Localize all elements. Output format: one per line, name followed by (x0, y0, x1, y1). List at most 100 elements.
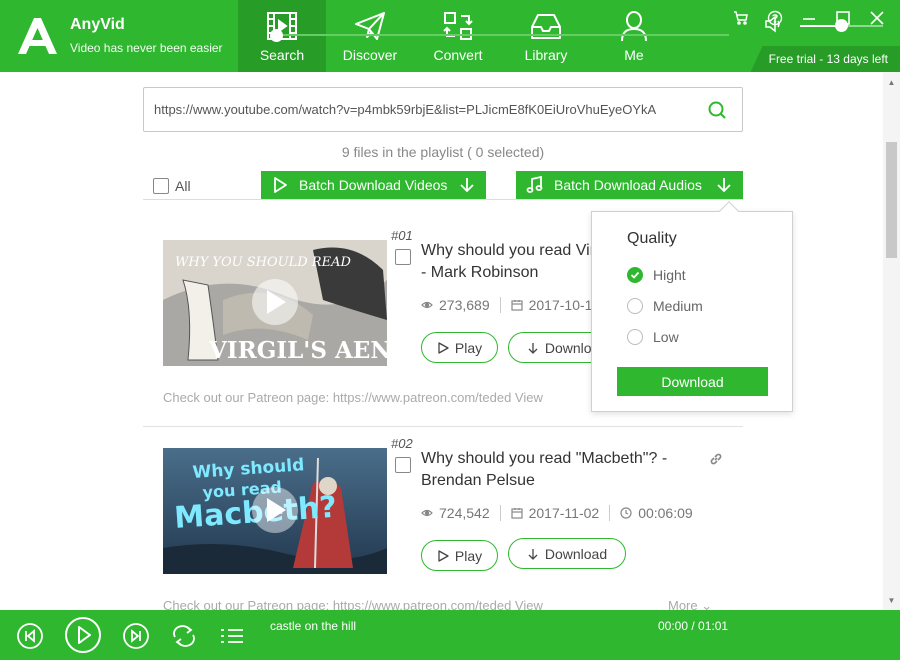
view-count: 273,689 (439, 297, 490, 313)
repeat-button[interactable] (170, 622, 198, 650)
playlist-button[interactable] (219, 622, 245, 650)
video-thumbnail[interactable]: WHY YOU SHOULD READ VIRGIL'S AENEID (163, 240, 387, 366)
play-label: Play (454, 547, 483, 564)
nav-label: Search (259, 47, 305, 63)
scroll-down-arrow-icon[interactable]: ▼ (883, 592, 900, 608)
video-title: Why should you read "Macbeth"? - Brendan… (421, 450, 668, 489)
link-icon[interactable] (709, 452, 723, 466)
item-number: #01 (391, 228, 413, 243)
inbox-icon (531, 14, 561, 39)
nav-discover[interactable]: Discover (326, 0, 414, 72)
cart-button[interactable] (726, 8, 756, 28)
play-button[interactable]: Play (421, 540, 498, 571)
nav-label: Discover (342, 47, 398, 63)
quality-option-medium[interactable]: Medium (627, 298, 703, 314)
upload-date: 2017-11-02 (528, 505, 600, 521)
quality-option-high[interactable]: Hight (627, 267, 686, 283)
divider (143, 199, 743, 200)
play-outline-icon (438, 341, 449, 354)
radio-icon[interactable] (627, 329, 643, 345)
music-note-icon (526, 176, 543, 193)
track-time: 00:00 / 01:01 (658, 619, 729, 633)
batch-download-videos-button[interactable]: Batch Download Videos (261, 171, 486, 199)
cart-icon (734, 11, 748, 25)
radio-checked-icon[interactable] (627, 267, 643, 283)
list-icon (221, 629, 243, 643)
select-all-checkbox[interactable]: All (153, 178, 191, 194)
progress-bar[interactable] (274, 34, 729, 36)
video-meta: 273,689 2017-10-1 (421, 297, 592, 313)
track-title: castle on the hill (270, 619, 357, 633)
quality-title: Quality (627, 230, 677, 247)
eye-icon (421, 301, 433, 309)
batch-videos-label: Batch Download Videos (299, 177, 448, 193)
close-icon (870, 11, 884, 25)
play-outline-icon (438, 549, 449, 562)
quality-popup: Quality Hight Medium Low Download (591, 211, 793, 412)
arrow-down-icon (717, 178, 731, 193)
checkbox[interactable] (153, 178, 169, 194)
nav-convert[interactable]: Convert (414, 0, 502, 72)
batch-download-audios-button[interactable]: Batch Download Audios (516, 171, 743, 199)
video-description: Check out our Patreon page: https://www.… (163, 598, 543, 610)
nav-library[interactable]: Library (502, 0, 590, 72)
trial-badge[interactable]: Free trial - 13 days left (750, 46, 900, 72)
audio-player-bar: castle on the hill 00:00 / 01:01 (0, 610, 900, 660)
radio-icon[interactable] (627, 298, 643, 314)
option-label: Hight (653, 267, 686, 283)
download-label: Download (544, 545, 608, 562)
video-duration: 00:06:09 (638, 505, 693, 521)
app-name: AnyVid (70, 16, 125, 33)
thumbnail-image: WHY YOU SHOULD READ VIRGIL'S AENEID (163, 240, 387, 366)
select-all-label: All (175, 178, 191, 194)
next-button[interactable] (122, 622, 150, 650)
view-count: 724,542 (439, 505, 490, 521)
volume-knob[interactable] (835, 19, 848, 32)
clock-icon (620, 507, 632, 519)
scrollbar[interactable]: ▲ ▼ (883, 72, 900, 610)
url-input[interactable] (154, 88, 694, 131)
play-label: Play (454, 339, 483, 356)
calendar-icon (511, 508, 523, 519)
volume-fill (800, 25, 838, 27)
batch-audios-label: Batch Download Audios (554, 177, 702, 193)
previous-icon (17, 623, 43, 649)
main-nav: Search Discover Convert Library Me (238, 0, 678, 72)
arrow-down-icon (528, 548, 538, 560)
play-button[interactable]: Play (421, 332, 498, 363)
next-icon (123, 623, 149, 649)
item-checkbox[interactable] (395, 457, 411, 473)
arrow-down-icon (528, 342, 538, 354)
app-tagline: Video has never been easier (70, 41, 223, 55)
minimize-icon (803, 18, 815, 20)
url-bar (143, 87, 743, 132)
app-header: AnyVid Video has never been easier Searc… (0, 0, 900, 72)
play-outline-icon (274, 177, 287, 193)
scroll-thumb[interactable] (886, 142, 897, 258)
eye-icon (421, 509, 433, 517)
previous-button[interactable] (16, 622, 44, 650)
quality-download-button[interactable]: Download (617, 367, 768, 396)
search-icon[interactable] (706, 99, 728, 121)
quality-option-low[interactable]: Low (627, 329, 679, 345)
volume-icon[interactable] (764, 14, 784, 34)
nav-me[interactable]: Me (590, 0, 678, 72)
download-button[interactable]: Download (508, 538, 626, 569)
divider (143, 426, 743, 427)
video-thumbnail[interactable]: Why should you read Macbeth? (163, 448, 387, 574)
option-label: Low (653, 329, 679, 345)
more-link[interactable]: More ⌄ (668, 598, 712, 610)
scroll-up-arrow-icon[interactable]: ▲ (883, 74, 900, 90)
thumbnail-caption: VIRGIL'S AENEID (208, 337, 387, 364)
arrow-down-icon (460, 178, 474, 193)
item-checkbox[interactable] (395, 249, 411, 265)
more-label: More (668, 598, 698, 610)
option-label: Medium (653, 298, 703, 314)
chevron-down-icon: ⌄ (701, 598, 713, 610)
play-pause-button[interactable] (64, 616, 102, 654)
progress-knob[interactable] (270, 29, 283, 42)
repeat-icon (173, 625, 195, 647)
thumbnail-image: Why should you read Macbeth? (163, 448, 387, 574)
user-icon (621, 11, 647, 42)
video-meta: 724,542 2017-11-02 00:06:09 (421, 505, 693, 521)
